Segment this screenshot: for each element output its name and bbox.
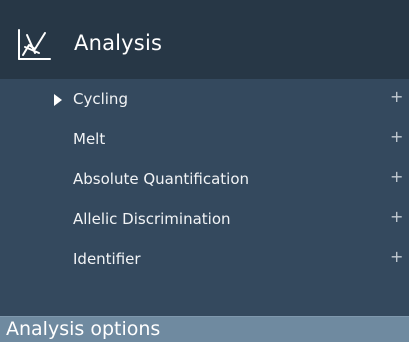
- tree-item-identifier[interactable]: Identifier +: [0, 239, 409, 279]
- tree-item-label: Melt: [73, 130, 106, 148]
- tree-item-label: Absolute Quantification: [73, 170, 250, 188]
- tree-item-allelic-discrimination[interactable]: Allelic Discrimination +: [0, 199, 409, 239]
- analysis-title: Analysis: [74, 31, 163, 55]
- tree-item-melt[interactable]: Melt +: [0, 119, 409, 159]
- analysis-panel: Analysis Cycling + Melt + Absolute Quant…: [0, 0, 409, 342]
- analysis-options-label: Analysis options: [6, 318, 161, 340]
- plus-icon[interactable]: +: [390, 167, 403, 187]
- tree-item-label: Allelic Discrimination: [73, 210, 231, 228]
- tree-item-label: Identifier: [73, 250, 141, 268]
- tree-item-absolute-quantification[interactable]: Absolute Quantification +: [0, 159, 409, 199]
- tree-item-label: Cycling: [73, 90, 128, 108]
- caret-right-icon[interactable]: [54, 94, 62, 106]
- analysis-header[interactable]: Analysis: [0, 0, 409, 79]
- plus-icon[interactable]: +: [390, 127, 403, 147]
- plus-icon[interactable]: +: [390, 247, 403, 267]
- analysis-options-bar[interactable]: Analysis options: [0, 316, 409, 342]
- tree-item-cycling[interactable]: Cycling +: [0, 79, 409, 119]
- analysis-chart-icon: [14, 25, 54, 65]
- plus-icon[interactable]: +: [390, 207, 403, 227]
- plus-icon[interactable]: +: [390, 87, 403, 107]
